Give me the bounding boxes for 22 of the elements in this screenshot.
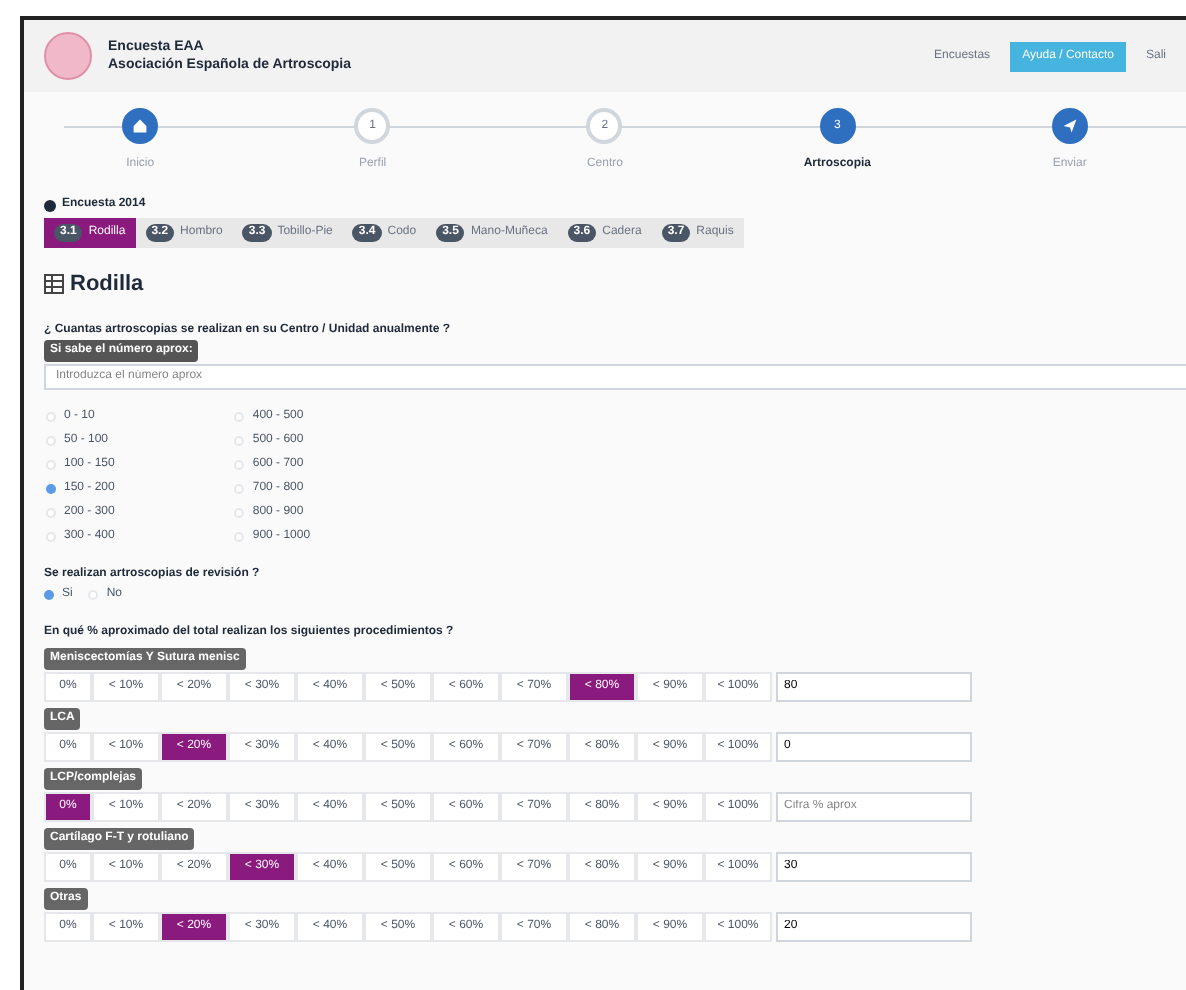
radio-button[interactable] xyxy=(234,532,245,542)
radio-button[interactable] xyxy=(44,590,54,600)
step-marker[interactable] xyxy=(1051,108,1088,144)
radio-button[interactable] xyxy=(46,460,56,470)
radio-button[interactable] xyxy=(46,484,56,494)
radio-button[interactable] xyxy=(234,412,245,422)
radio-button[interactable] xyxy=(234,436,245,446)
home-icon xyxy=(132,118,149,134)
radio-button[interactable] xyxy=(234,484,245,494)
radio-button[interactable] xyxy=(234,508,245,518)
section-title: Rodilla xyxy=(70,270,144,300)
radio-button[interactable] xyxy=(88,590,99,600)
radio-button[interactable] xyxy=(234,460,245,470)
info-icon xyxy=(44,199,56,211)
step-marker[interactable] xyxy=(122,108,159,144)
logo-icon xyxy=(44,32,92,80)
send-icon xyxy=(1061,118,1078,134)
radio-button[interactable] xyxy=(46,532,56,542)
radio-button[interactable] xyxy=(46,508,56,518)
radio-button[interactable] xyxy=(46,412,56,422)
radio-button[interactable] xyxy=(46,436,56,446)
table-icon xyxy=(44,274,64,295)
